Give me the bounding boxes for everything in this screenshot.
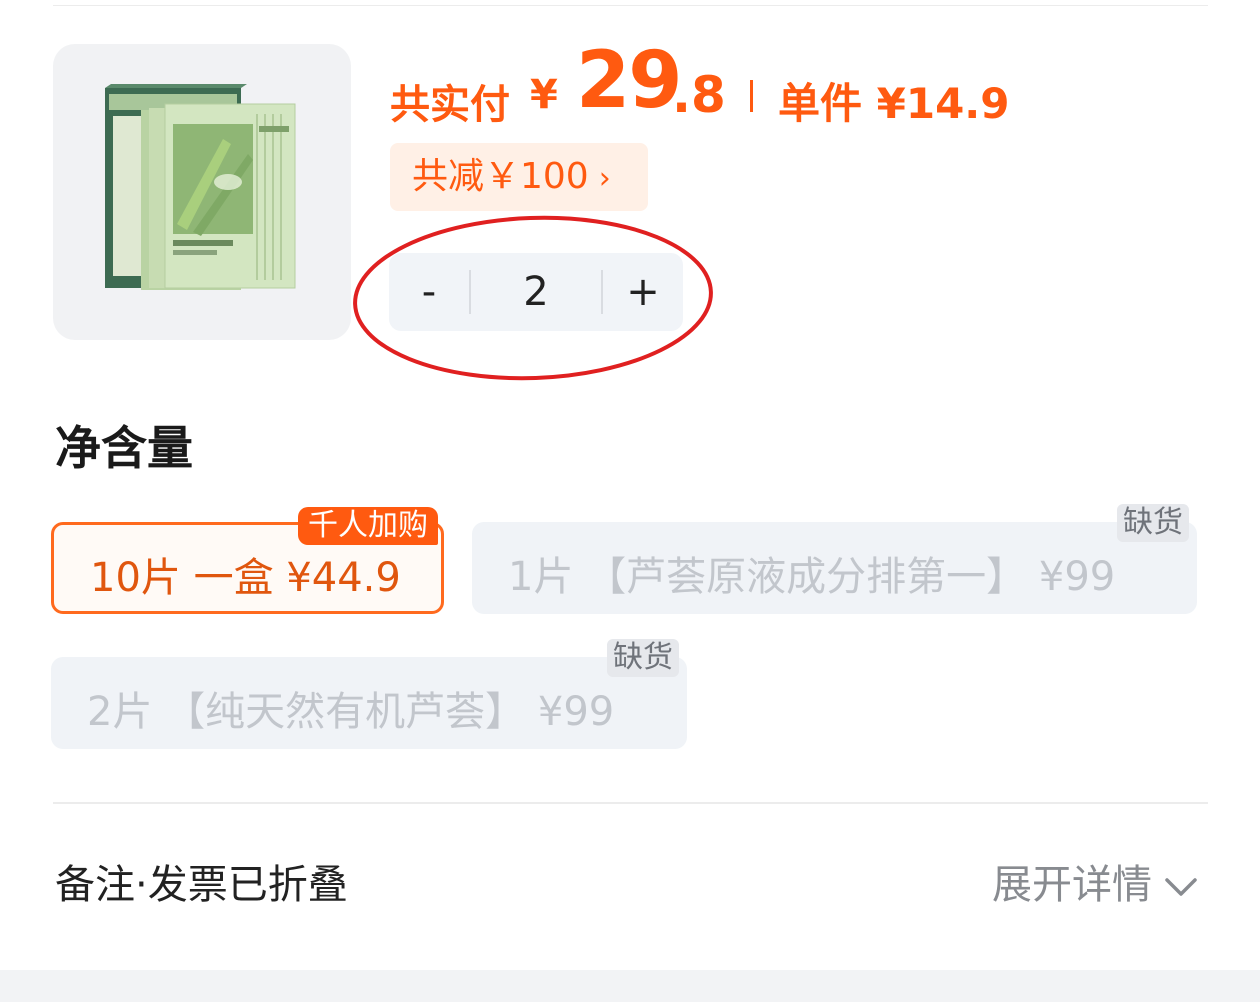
expand-details-label: 展开详情 bbox=[992, 862, 1152, 908]
unit-price: 单件 ¥14.9 bbox=[778, 79, 1010, 128]
decrease-quantity-button[interactable]: - bbox=[389, 253, 469, 331]
spec-section-title: 净含量 bbox=[55, 421, 193, 475]
chevron-right-icon: › bbox=[598, 161, 611, 196]
total-price-decimal: .8 bbox=[672, 66, 726, 124]
expand-details-button[interactable]: 展开详情 bbox=[992, 852, 1198, 910]
quantity-stepper: - 2 + bbox=[389, 253, 683, 331]
quantity-value[interactable]: 2 bbox=[469, 253, 603, 331]
price-separator bbox=[750, 80, 753, 112]
section-divider bbox=[53, 802, 1208, 804]
discount-text: 共减￥100 bbox=[412, 156, 589, 197]
increase-quantity-button[interactable]: + bbox=[603, 253, 683, 331]
top-divider bbox=[53, 5, 1208, 6]
currency-symbol: ¥ bbox=[530, 72, 558, 118]
spec-option-label: 10片 一盒 ¥44.9 bbox=[90, 555, 401, 601]
spec-option-label: 1片 【芦荟原液成分排第一】 ¥99 bbox=[508, 554, 1116, 600]
total-paid-label: 共实付 bbox=[390, 82, 510, 128]
spec-option-label: 2片 【纯天然有机芦荟】 ¥99 bbox=[87, 689, 615, 735]
out-of-stock-badge: 缺货 bbox=[607, 639, 679, 677]
total-price-integer: 29 bbox=[576, 36, 683, 126]
spec-option-1-piece[interactable]: 1片 【芦荟原液成分排第一】 ¥99 缺货 bbox=[472, 504, 1197, 614]
spec-option-2-pieces[interactable]: 2片 【纯天然有机芦荟】 ¥99 缺货 bbox=[51, 639, 687, 749]
remark-invoice-label: 备注·发票已折叠 bbox=[55, 862, 348, 908]
bottom-separator-band bbox=[0, 970, 1260, 1002]
discount-chip[interactable]: 共减￥100 › bbox=[390, 143, 648, 211]
product-image[interactable] bbox=[53, 44, 351, 340]
popular-badge: 千人加购 bbox=[298, 507, 438, 545]
out-of-stock-badge: 缺货 bbox=[1117, 504, 1189, 542]
chevron-down-icon bbox=[1165, 878, 1197, 896]
spec-option-10-pieces[interactable]: 10片 一盒 ¥44.9 千人加购 bbox=[51, 507, 444, 614]
